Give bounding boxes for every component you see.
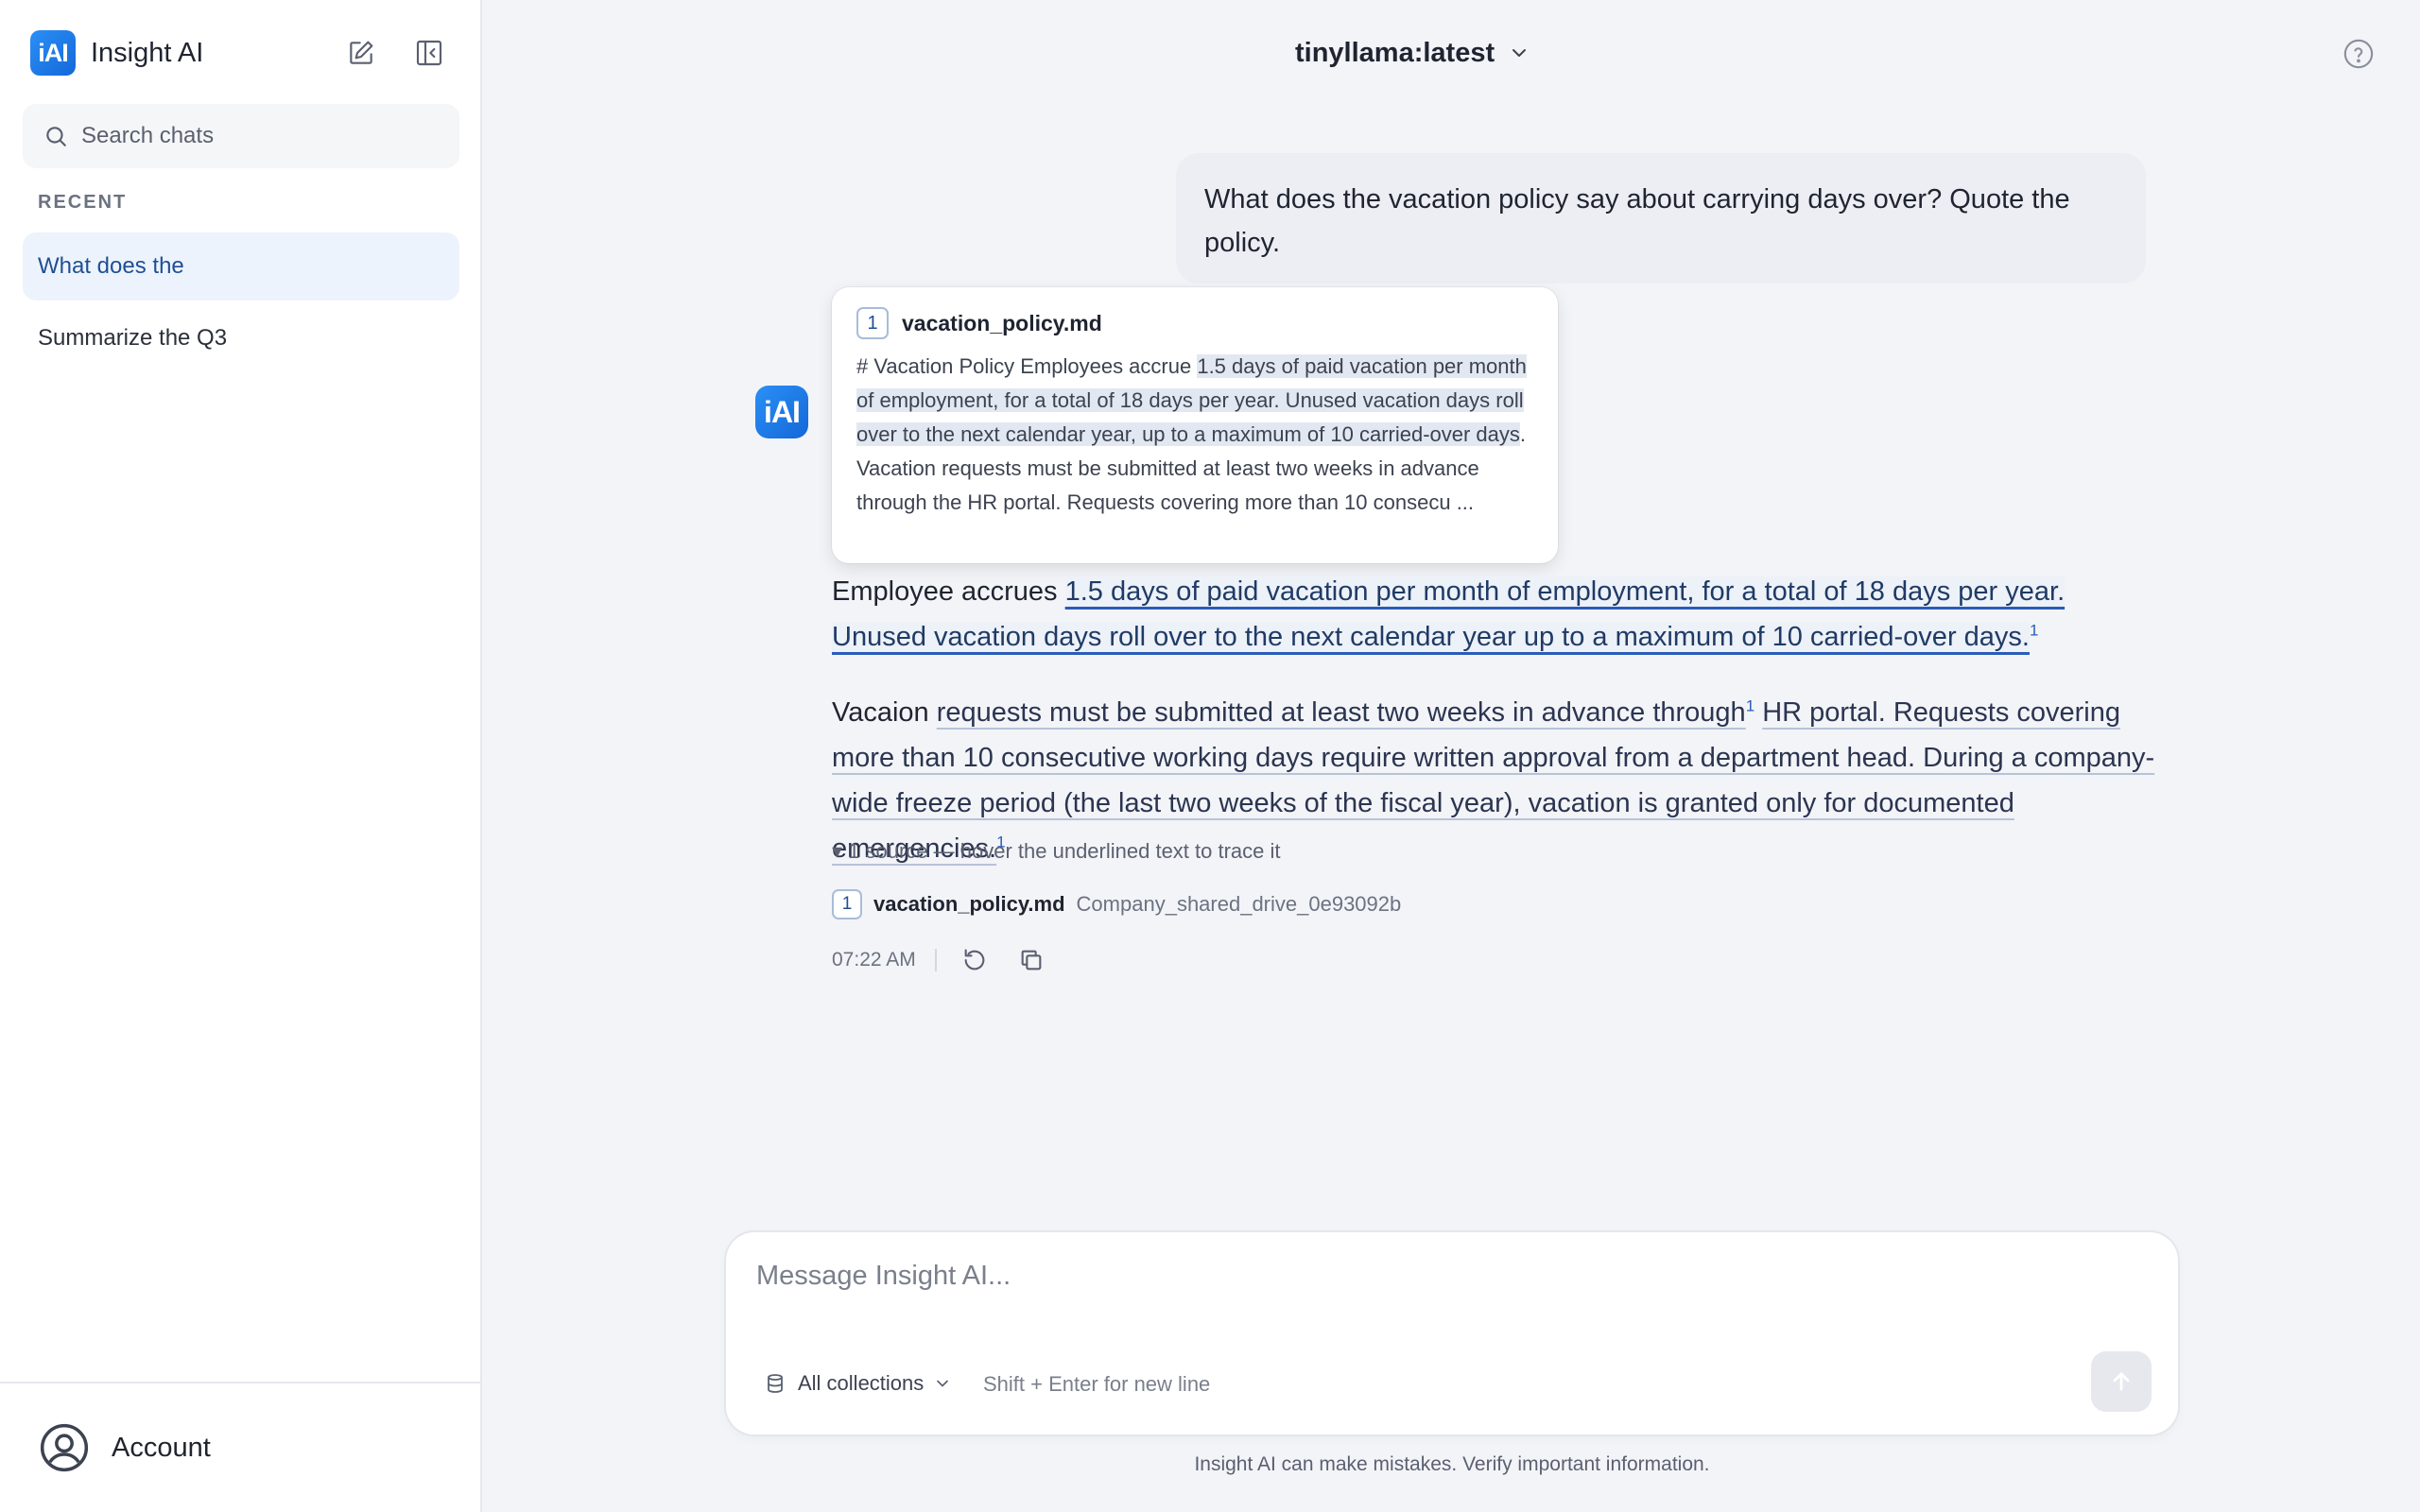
model-name: tinyllama:latest: [1295, 37, 1495, 68]
app-logo: iAI: [30, 30, 76, 76]
app-name: Insight AI: [91, 37, 204, 68]
brand: iAI Insight AI: [30, 30, 203, 76]
popover-title: vacation_policy.md: [902, 310, 1102, 335]
new-chat-icon: [350, 41, 373, 64]
collections-label: All collections: [798, 1371, 925, 1395]
chat-item-label: Summarize the Q3: [38, 325, 228, 351]
help-button[interactable]: [2342, 38, 2375, 70]
chat-item-label: What does the: [38, 253, 184, 279]
collections-dropdown[interactable]: All collections: [764, 1365, 952, 1402]
meta-divider: [934, 949, 937, 971]
citation-marker[interactable]: 1: [1746, 696, 1754, 714]
search-chats-input[interactable]: Search chats: [23, 104, 459, 168]
user-message: What does the vacation policy say about …: [1176, 153, 2146, 284]
account-label: Account: [112, 1432, 211, 1463]
send-arrow-icon: [2113, 1372, 2130, 1391]
chat-item-active[interactable]: What does the: [23, 232, 459, 301]
chat-item[interactable]: Summarize the Q3: [23, 304, 459, 372]
recent-section-label: RECENT: [38, 192, 128, 213]
search-placeholder: Search chats: [81, 123, 215, 148]
cited-span[interactable]: requests must be submitted at least two …: [937, 697, 1746, 728]
search-icon: [46, 127, 66, 146]
source-item[interactable]: 1 vacation_policy.md Company_shared_driv…: [832, 888, 1401, 920]
answer-text: [1754, 697, 1762, 728]
newline-hint: Shift + Enter for new line: [983, 1372, 1211, 1396]
collapse-sidebar-icon: [416, 40, 442, 66]
excerpt-pre: # Vacation Policy Employees accrue: [856, 354, 1198, 378]
database-icon: [768, 1374, 783, 1393]
source-number-badge: 1: [856, 307, 889, 339]
copy-icon: [1021, 950, 1042, 971]
help-icon: [2343, 39, 2374, 69]
disclaimer: Insight AI can make mistakes. Verify imp…: [1194, 1453, 1710, 1475]
citation-marker[interactable]: 1: [2030, 621, 2038, 639]
source-preview-popover: 1 vacation_policy.md # Vacation Policy E…: [832, 287, 1558, 563]
message-composer: All collections Shift + Enter for new li…: [726, 1232, 2178, 1435]
account-icon: [40, 1423, 89, 1472]
model-selector[interactable]: tinyllama:latest: [1295, 34, 1530, 72]
account-button[interactable]: Account: [0, 1382, 482, 1512]
new-chat-button[interactable]: [342, 34, 380, 72]
sources-toggle[interactable]: ▾ 1 source — hover the underlined text t…: [832, 839, 1281, 864]
message-timestamp: 07:22 AM: [832, 949, 916, 971]
regenerate-icon: [964, 949, 985, 971]
message-meta: 07:22 AM: [832, 943, 1071, 977]
sidebar: iAI Insight AI Search chats RECENT What …: [0, 0, 482, 1512]
answer-paragraph-1: Employee accrues 1.5 days of paid vacati…: [832, 569, 2155, 660]
source-location: Company_shared_drive_0e93092b: [1076, 892, 1402, 916]
source-filename: vacation_policy.md: [873, 892, 1065, 916]
copy-button[interactable]: [1014, 943, 1048, 977]
answer-text: Employee accrues: [832, 576, 1065, 607]
regenerate-button[interactable]: [958, 943, 992, 977]
popover-excerpt: # Vacation Policy Employees accrue 1.5 d…: [856, 350, 1533, 520]
collapse-sidebar-button[interactable]: [410, 34, 448, 72]
chevron-down-icon: [1512, 49, 1527, 57]
assistant-avatar: iAI: [755, 386, 808, 438]
send-button[interactable]: [2091, 1351, 2152, 1412]
popover-header: 1 vacation_policy.md: [856, 304, 1533, 342]
source-number-badge: 1: [832, 889, 862, 919]
answer-text: Vacaion: [832, 697, 937, 728]
chevron-down-icon: [937, 1380, 949, 1387]
message-input[interactable]: [756, 1261, 2080, 1292]
